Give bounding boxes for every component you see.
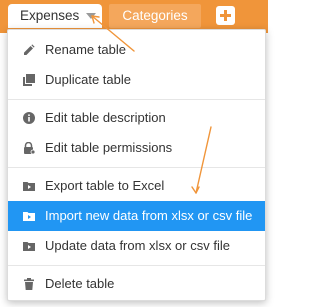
- menu-item-import-data[interactable]: Import new data from xlsx or csv file: [8, 201, 265, 231]
- menu-item-label: Duplicate table: [45, 72, 131, 87]
- menu-item-label: Edit table permissions: [45, 140, 173, 155]
- update-icon: [23, 242, 35, 251]
- duplicate-icon: [23, 74, 35, 86]
- info-icon: [23, 112, 35, 124]
- lock-icon: [24, 142, 35, 154]
- menu-item-label: Rename table: [45, 42, 126, 57]
- table-options-menu: Rename table Duplicate table Edit table …: [7, 29, 266, 301]
- pencil-icon: [24, 44, 35, 55]
- screen: Expenses Categories p Rename table Dupli…: [0, 0, 268, 307]
- add-table-button[interactable]: [216, 6, 235, 25]
- menu-item-edit-permissions[interactable]: Edit table permissions: [8, 133, 265, 163]
- caret-down-icon[interactable]: [86, 13, 96, 19]
- menu-divider: [8, 99, 265, 100]
- menu-item-duplicate-table[interactable]: Duplicate table: [8, 65, 265, 95]
- import-icon: [23, 212, 35, 221]
- menu-item-label: Update data from xlsx or csv file: [45, 238, 230, 253]
- menu-item-rename-table[interactable]: Rename table: [8, 35, 265, 65]
- menu-item-label: Import new data from xlsx or csv file: [45, 208, 253, 223]
- menu-item-label: Export table to Excel: [45, 178, 165, 193]
- menu-item-edit-description[interactable]: Edit table description: [8, 103, 265, 133]
- menu-item-export-excel[interactable]: Export table to Excel: [8, 171, 265, 201]
- tab-expenses[interactable]: Expenses: [8, 4, 102, 28]
- tab-categories[interactable]: Categories: [109, 4, 201, 28]
- menu-divider: [8, 265, 265, 266]
- tab-expenses-label: Expenses: [20, 8, 80, 23]
- trash-icon: [24, 278, 34, 290]
- export-icon: [23, 182, 35, 191]
- menu-item-update-data[interactable]: Update data from xlsx or csv file: [8, 231, 265, 261]
- menu-item-label: Delete table: [45, 276, 115, 291]
- menu-item-label: Edit table description: [45, 110, 166, 125]
- menu-item-delete-table[interactable]: Delete table: [8, 269, 265, 299]
- menu-divider: [8, 167, 265, 168]
